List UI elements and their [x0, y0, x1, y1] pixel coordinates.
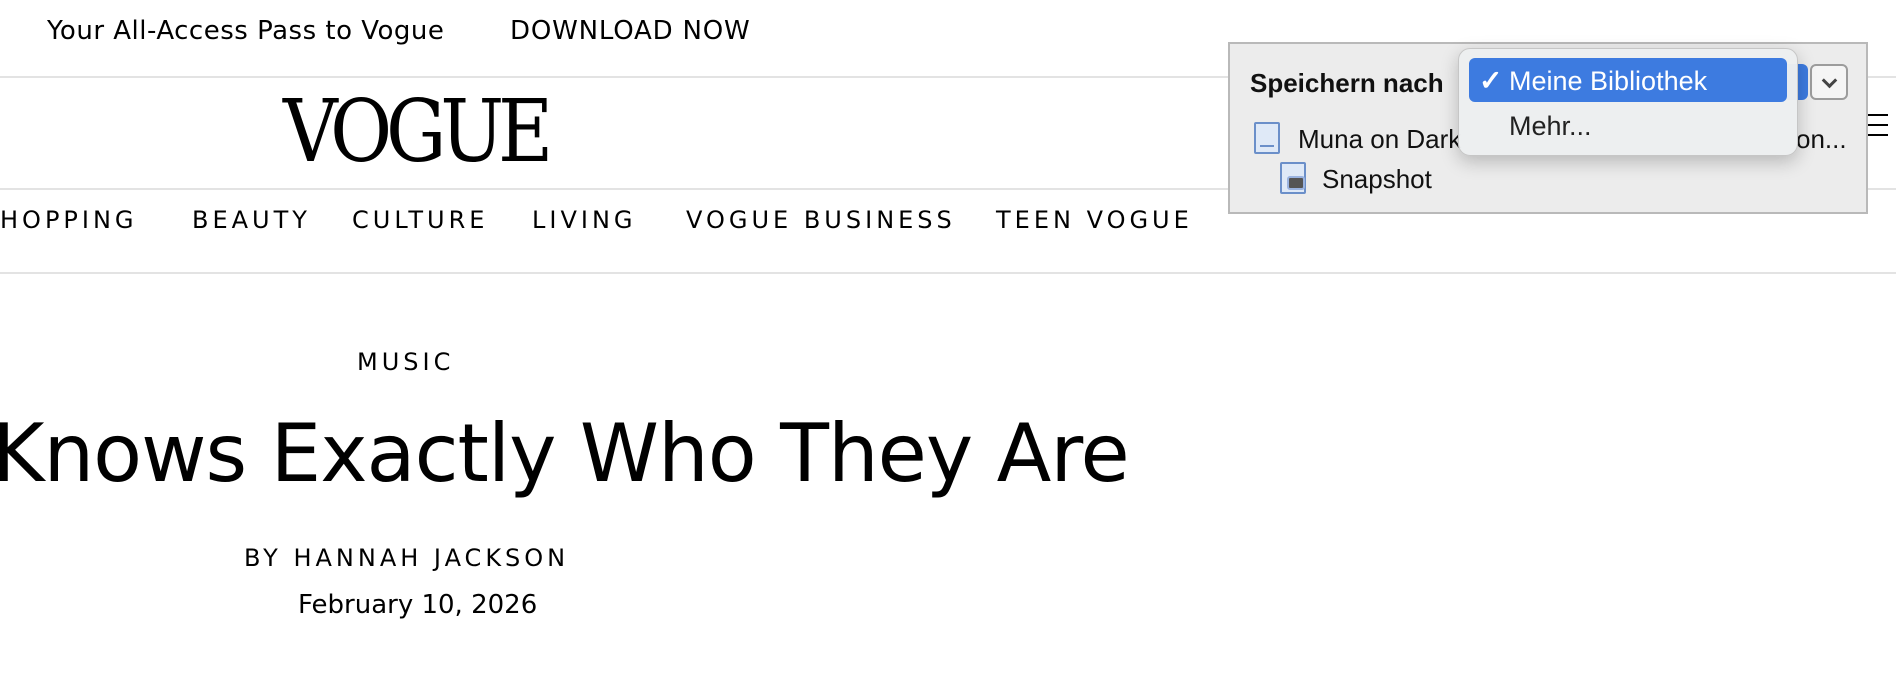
- nav-item-teen-vogue[interactable]: TEEN VOGUE: [996, 206, 1193, 234]
- library-dropdown-menu: ✓ Meine Bibliothek Mehr...: [1458, 48, 1798, 156]
- download-now-link[interactable]: DOWNLOAD NOW: [510, 16, 751, 46]
- nav-item-culture[interactable]: CULTURE: [352, 206, 488, 234]
- dropdown-option-more[interactable]: Mehr...: [1469, 107, 1787, 147]
- article-headline: Knows Exactly Who They Are: [0, 407, 1130, 500]
- snapshot-label: Snapshot: [1322, 164, 1432, 194]
- chevron-down-icon: [1821, 72, 1838, 89]
- nav-item-beauty[interactable]: BEAUTY: [192, 206, 311, 234]
- save-to-label: Speichern nach: [1250, 68, 1444, 98]
- promo-text: Your All-Access Pass to Vogue: [47, 16, 445, 46]
- dropdown-option-label: Mehr...: [1509, 111, 1592, 141]
- expand-button[interactable]: [1810, 64, 1848, 100]
- document-icon: [1254, 122, 1280, 154]
- hamburger-menu-icon[interactable]: [1866, 114, 1888, 140]
- dropdown-option-my-library[interactable]: ✓ Meine Bibliothek: [1469, 58, 1787, 102]
- nav-item-vogue-business[interactable]: VOGUE BUSINESS: [686, 206, 956, 234]
- article-date: February 10, 2026: [298, 590, 538, 620]
- snapshot-icon: [1280, 162, 1306, 194]
- document-title: Muna on Dark: [1298, 124, 1462, 154]
- vogue-logo[interactable]: VOGUE: [283, 86, 553, 178]
- checkmark-icon: ✓: [1479, 65, 1503, 96]
- article-kicker[interactable]: MUSIC: [357, 348, 454, 376]
- dropdown-option-label: Meine Bibliothek: [1509, 66, 1708, 96]
- article-byline[interactable]: BY HANNAH JACKSON: [244, 544, 569, 572]
- nav-item-living[interactable]: LIVING: [532, 206, 637, 234]
- nav-divider: [0, 272, 1896, 274]
- document-title-end: on...: [1796, 124, 1847, 154]
- nav-item-shopping[interactable]: HOPPING: [0, 206, 138, 234]
